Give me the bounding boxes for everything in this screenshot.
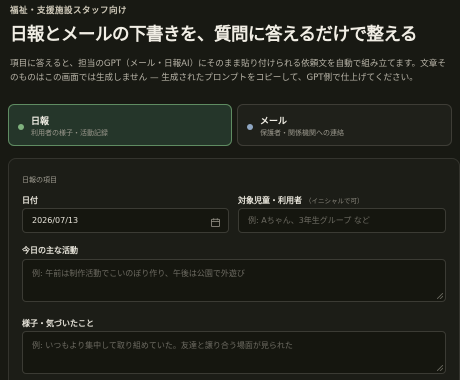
section-title: 日報の項目 <box>22 176 57 184</box>
notes-placeholder: 例: いつもより集中して取り組めていた。友達と譲り合う場面が見られた <box>32 341 293 350</box>
resize-handle-icon[interactable] <box>437 365 443 371</box>
date-label: 日付 <box>22 196 38 205</box>
calendar-icon[interactable] <box>211 218 220 227</box>
mode-card-daily[interactable]: 日報 利用者の様子・活動記録 <box>8 104 232 146</box>
date-input[interactable]: 2026/07/13 <box>22 208 229 233</box>
notes-label: 様子・気づいたこと <box>22 319 94 328</box>
mode-card-sub: 利用者の様子・活動記録 <box>31 129 108 137</box>
date-value: 2026/07/13 <box>32 216 79 225</box>
mode-card-sub: 保護者・関係機関への連絡 <box>260 129 344 137</box>
mode-card-mail[interactable]: メール 保護者・関係機関への連絡 <box>237 104 452 146</box>
status-dot-icon <box>18 124 24 130</box>
daily-report-form: 日報の項目 日付 2026/07/13 対象児童・利用者 （イニシャルで可） 例:… <box>8 158 460 380</box>
page-description: 項目に答えると、担当のGPT（メール・日報AI）にそのまま貼り付けられる依頼文を… <box>10 59 446 83</box>
activity-placeholder: 例: 午前は制作活動でこいのぼり作り、午後は公園で外遊び <box>32 269 245 278</box>
target-label-text: 対象児童・利用者 <box>238 196 302 205</box>
mode-card-label: メール <box>260 117 288 127</box>
activity-label: 今日の主な活動 <box>22 246 78 255</box>
eyebrow-text: 福祉・支援施設スタッフ向け <box>10 6 128 16</box>
mode-card-label: 日報 <box>31 117 50 127</box>
status-dot-icon <box>247 124 253 130</box>
resize-handle-icon[interactable] <box>437 293 443 299</box>
activity-textarea[interactable]: 例: 午前は制作活動でこいのぼり作り、午後は公園で外遊び <box>22 259 446 302</box>
mode-selector: 日報 利用者の様子・活動記録 メール 保護者・関係機関への連絡 <box>8 104 452 146</box>
target-input[interactable]: 例: Aちゃん、3年生グループ など <box>238 208 446 233</box>
target-label: 対象児童・利用者 （イニシャルで可） <box>238 195 364 206</box>
target-hint: （イニシャルで可） <box>305 197 364 205</box>
notes-textarea[interactable]: 例: いつもより集中して取り組めていた。友達と譲り合う場面が見られた <box>22 331 446 374</box>
page-title: 日報とメールの下書きを、質問に答えるだけで整える <box>10 25 417 45</box>
header: 福祉・支援施設スタッフ向け 日報とメールの下書きを、質問に答えるだけで整える 項… <box>10 4 452 85</box>
